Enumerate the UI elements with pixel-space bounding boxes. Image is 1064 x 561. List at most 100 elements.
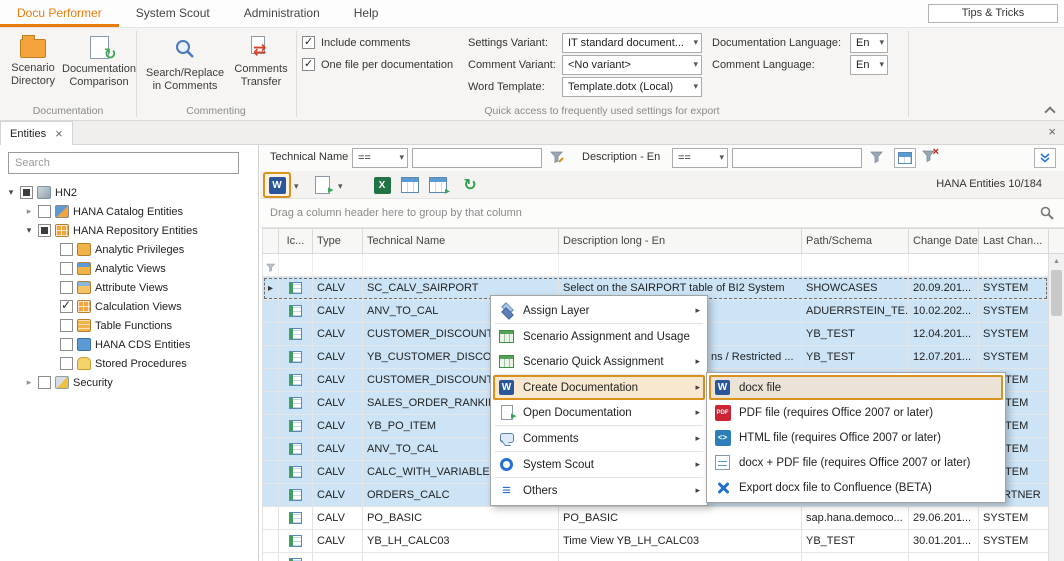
column-header-icon[interactable]: Ic... — [279, 229, 313, 253]
filter-icon[interactable] — [870, 151, 884, 167]
tree-item-table-functions[interactable]: Table Functions — [0, 316, 258, 335]
group-by-bar[interactable]: Drag a column header here to group by th… — [260, 199, 1064, 228]
column-header-technical-name[interactable]: Technical Name — [363, 229, 559, 253]
table-row[interactable] — [263, 553, 1048, 561]
column-header-type[interactable]: Type — [313, 229, 363, 253]
collapse-ribbon-icon[interactable] — [1044, 106, 1055, 117]
column-header-description[interactable]: Description long - En — [559, 229, 802, 253]
close-icon[interactable] — [1048, 125, 1056, 139]
checkbox[interactable] — [38, 205, 51, 218]
description-operator-dropdown[interactable]: == — [672, 148, 728, 168]
settings-variant-dropdown[interactable]: IT standard document... — [562, 33, 702, 53]
close-icon[interactable] — [55, 127, 63, 141]
submenu-item-export-confluence[interactable]: Export docx file to Confluence (BETA) — [709, 475, 1003, 500]
column-header-last-changed[interactable]: Last Chan... — [979, 229, 1049, 253]
menu-item-create-documentation[interactable]: Create Documentation — [493, 375, 705, 400]
checkbox[interactable] — [60, 281, 73, 294]
menu-item-assign-layer[interactable]: Assign Layer — [493, 298, 705, 323]
tree-item-attribute-views[interactable]: Attribute Views — [0, 278, 258, 297]
clear-filter-button[interactable] — [922, 150, 936, 166]
grid-layout-button[interactable] — [398, 174, 422, 196]
filter-cell[interactable] — [979, 254, 1049, 276]
scrollbar-thumb[interactable] — [1051, 270, 1062, 316]
menu-docu-performer[interactable]: Docu Performer — [0, 0, 119, 27]
documentation-language-dropdown[interactable]: En — [850, 33, 888, 53]
expander-icon[interactable] — [24, 225, 34, 236]
docx-export-button[interactable] — [265, 174, 289, 196]
comment-variant-dropdown[interactable]: <No variant> — [562, 55, 702, 75]
checkbox[interactable] — [60, 300, 73, 313]
checkbox[interactable] — [60, 357, 73, 370]
description-filter-input[interactable] — [732, 148, 862, 168]
filter-cell[interactable] — [313, 254, 363, 276]
filter-cell[interactable] — [363, 254, 559, 276]
tab-entities[interactable]: Entities — [0, 121, 73, 145]
expander-icon[interactable] — [24, 377, 34, 388]
menu-item-scenario-assignment[interactable]: Scenario Assignment and Usage — [493, 324, 705, 349]
docx-export-dropdown[interactable] — [294, 181, 299, 192]
tree-item-hana-repository-entities[interactable]: HANA Repository Entities — [0, 221, 258, 240]
scenario-directory-button[interactable]: Scenario Directory — [2, 32, 64, 88]
table-row[interactable]: CALV PO_BASIC PO_BASIC sap.hana.democo..… — [263, 507, 1048, 530]
documentation-comparison-button[interactable]: Documentation Comparison — [64, 32, 134, 89]
search-replace-comments-button[interactable]: Search/Replace in Comments — [142, 32, 228, 93]
menu-help[interactable]: Help — [337, 0, 396, 27]
tree-item-hana-cds-entities[interactable]: HANA CDS Entities — [0, 335, 258, 354]
excel-export-button[interactable] — [370, 174, 394, 196]
expander-icon[interactable] — [24, 206, 34, 217]
menu-item-others[interactable]: Others — [493, 478, 705, 503]
submenu-item-html-file[interactable]: HTML file (requires Office 2007 or later… — [709, 425, 1003, 450]
tree-item-calculation-views[interactable]: Calculation Views — [0, 297, 258, 316]
menu-item-scenario-quick-assignment[interactable]: Scenario Quick Assignment — [493, 349, 705, 374]
tree-item-hana-catalog-entities[interactable]: HANA Catalog Entities — [0, 202, 258, 221]
menu-administration[interactable]: Administration — [227, 0, 337, 27]
table-row[interactable]: CALV YB_LH_CALC03 Time View YB_LH_CALC03… — [263, 530, 1048, 553]
filter-cell[interactable] — [909, 254, 979, 276]
checkbox[interactable] — [60, 319, 73, 332]
tree-item-stored-procedures[interactable]: Stored Procedures — [0, 354, 258, 373]
filter-cell[interactable] — [559, 254, 802, 276]
search-icon[interactable] — [1040, 206, 1054, 223]
filter-cell[interactable] — [802, 254, 909, 276]
checkbox[interactable] — [60, 338, 73, 351]
expander-icon[interactable] — [6, 187, 16, 198]
comments-transfer-button[interactable]: Comments Transfer — [230, 32, 292, 89]
column-header-path-schema[interactable]: Path/Schema — [802, 229, 909, 253]
checkbox[interactable] — [38, 376, 51, 389]
checkbox[interactable] — [60, 262, 73, 275]
menu-item-comments[interactable]: Comments — [493, 426, 705, 451]
search-input[interactable] — [8, 152, 239, 174]
filter-edit-icon[interactable] — [550, 151, 564, 167]
checkbox[interactable] — [20, 186, 33, 199]
menu-item-system-scout[interactable]: System Scout — [493, 452, 705, 477]
menu-item-open-documentation[interactable]: Open Documentation — [493, 400, 705, 425]
grid-export-button[interactable] — [426, 174, 450, 196]
technical-name-filter-input[interactable] — [412, 148, 542, 168]
open-documentation-dropdown[interactable] — [338, 181, 343, 192]
refresh-button[interactable] — [458, 174, 482, 196]
open-documentation-button[interactable] — [310, 174, 334, 196]
comment-language-dropdown[interactable]: En — [850, 55, 888, 75]
menu-system-scout[interactable]: System Scout — [119, 0, 227, 27]
tree-item-hn2[interactable]: HN2 — [0, 183, 258, 202]
expand-filters-button[interactable] — [1034, 148, 1056, 168]
vertical-scrollbar[interactable] — [1048, 254, 1064, 561]
filter-cell[interactable] — [279, 254, 313, 276]
tree-item-analytic-views[interactable]: Analytic Views — [0, 259, 258, 278]
checkbox[interactable] — [60, 243, 73, 256]
tree-item-analytic-privileges[interactable]: Analytic Privileges — [0, 240, 258, 259]
tree-item-security[interactable]: Security — [0, 373, 258, 392]
one-file-per-documentation-checkbox[interactable]: One file per documentation — [302, 58, 453, 71]
submenu-item-docx-pdf-file[interactable]: docx + PDF file (requires Office 2007 or… — [709, 450, 1003, 475]
submenu-item-docx-file[interactable]: docx file — [709, 375, 1003, 400]
include-comments-checkbox[interactable]: Include comments — [302, 36, 410, 49]
technical-name-operator-dropdown[interactable]: == — [352, 148, 408, 168]
checkbox[interactable] — [38, 224, 51, 237]
word-template-dropdown[interactable]: Template.dotx (Local) — [562, 77, 702, 97]
submenu-item-pdf-file[interactable]: PDF file (requires Office 2007 or later) — [709, 400, 1003, 425]
filter-editor-button[interactable] — [894, 148, 916, 168]
scroll-up-icon[interactable] — [1049, 254, 1064, 269]
grid-auto-filter-row[interactable] — [263, 254, 1048, 277]
tips-and-tricks-button[interactable]: Tips & Tricks — [928, 4, 1058, 23]
column-header-change-date[interactable]: Change Date — [909, 229, 979, 253]
